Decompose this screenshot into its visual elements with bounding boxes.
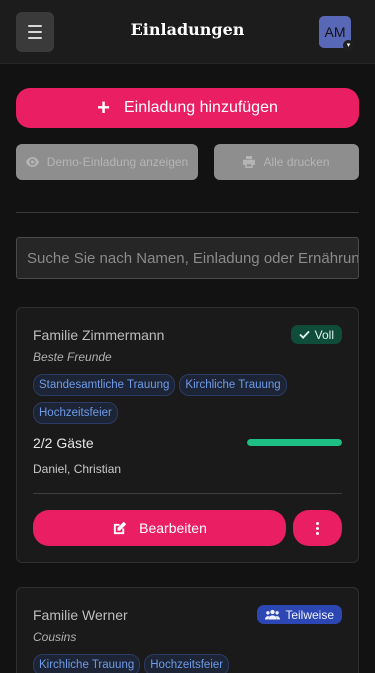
print-all-label: Alle drucken (263, 155, 330, 169)
plus-icon: + (97, 95, 110, 120)
guest-progress-bar (247, 439, 342, 446)
add-invitation-button[interactable]: + Einladung hinzufügen (16, 88, 359, 128)
guest-names: Daniel, Christian (33, 462, 122, 476)
edit-icon (114, 521, 127, 534)
relation-label: Cousins (33, 630, 77, 644)
event-tag: Standesamtliche Trauung (33, 374, 176, 396)
event-tags: Kirchliche Trauung Hochzeitsfeier (33, 654, 342, 673)
eye-icon (25, 157, 39, 167)
avatar-initials: AM (324, 24, 346, 40)
status-badge: Voll (290, 325, 342, 344)
invitation-card: Familie Zimmermann Beste Freunde Voll St… (16, 307, 359, 563)
card-divider (33, 493, 342, 494)
family-name: Familie Zimmermann (33, 327, 165, 343)
print-all-button[interactable]: Alle drucken (214, 144, 359, 180)
search-input[interactable]: Suche Sie nach Namen, Einladung oder Ern… (16, 237, 359, 279)
top-bar: Einladungen AM ▾ (0, 0, 375, 64)
more-options-button[interactable] (293, 510, 342, 546)
guest-count: 2/2 Gäste (33, 435, 94, 451)
event-tag: Kirchliche Trauung (33, 654, 141, 673)
avatar[interactable]: AM ▾ (319, 16, 354, 51)
add-invitation-label: Einladung hinzufügen (123, 99, 278, 116)
event-tag: Kirchliche Trauung (179, 374, 287, 396)
event-tag: Hochzeitsfeier (33, 402, 118, 424)
status-label: Teilweise (285, 607, 334, 622)
printer-icon (243, 156, 256, 168)
relation-label: Beste Freunde (33, 350, 112, 364)
chevron-down-icon: ▾ (343, 40, 354, 51)
event-tag: Hochzeitsfeier (144, 654, 230, 673)
invitation-card: Familie Werner Cousins Teilweise Kirchli… (16, 587, 359, 673)
more-vertical-icon (316, 521, 319, 536)
check-icon (299, 330, 310, 339)
guest-progress-fill (247, 439, 342, 446)
section-divider (16, 212, 359, 213)
edit-button[interactable]: Bearbeiten (33, 510, 286, 546)
event-tags: Standesamtliche Trauung Kirchliche Trauu… (33, 374, 342, 430)
status-badge: Teilweise (257, 605, 342, 624)
demo-invitation-label: Demo-Einladung anzeigen (46, 155, 189, 169)
family-name: Familie Werner (33, 607, 128, 623)
status-label: Voll (314, 327, 334, 342)
edit-label: Bearbeiten (139, 520, 207, 536)
demo-invitation-button[interactable]: Demo-Einladung anzeigen (16, 144, 198, 180)
users-icon (265, 609, 281, 620)
